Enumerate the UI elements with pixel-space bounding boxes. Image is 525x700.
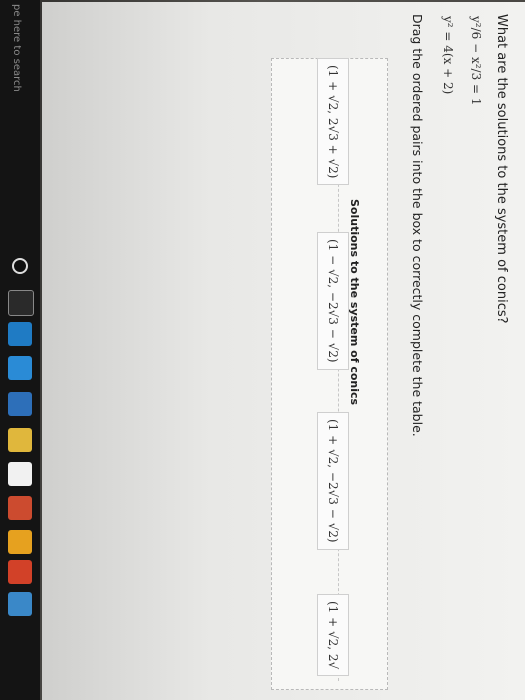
app-icon[interactable]	[8, 462, 32, 486]
file-explorer-icon[interactable]	[8, 428, 32, 452]
taskbar-search[interactable]: pe here to search	[11, 4, 22, 92]
equation-2: y² = 4(x + 2)	[441, 16, 455, 95]
table-header: Solutions to the system of conics	[348, 199, 361, 406]
windows-taskbar: pe here to search	[0, 0, 40, 700]
cortana-icon[interactable]	[12, 258, 28, 274]
edge-icon[interactable]	[8, 356, 32, 380]
instruction-text: Drag the ordered pairs into the box to c…	[410, 14, 425, 437]
equation-1: y²/6 − x²/3 = 1	[469, 16, 483, 106]
dropbox-icon[interactable]	[8, 496, 32, 520]
answer-choice-3[interactable]: (1 + √2, −2√3 − √2)	[317, 412, 349, 550]
mail-icon[interactable]	[8, 392, 32, 416]
answer-choice-1[interactable]: (1 + √2, 2√3 + √2)	[317, 58, 349, 186]
question-text: What are the solutions to the system of …	[494, 14, 509, 324]
store-icon[interactable]	[8, 322, 32, 346]
question-content: What are the solutions to the system of …	[42, 2, 525, 692]
answer-choice-2[interactable]: (1 − √2, −2√3 − √2)	[317, 232, 349, 370]
settings-icon[interactable]	[8, 530, 32, 554]
browser-page: What are the solutions to the system of …	[42, 2, 525, 700]
firefox-icon[interactable]	[8, 592, 32, 616]
task-view-icon[interactable]	[8, 290, 34, 316]
chrome-icon[interactable]	[8, 560, 32, 584]
answer-choice-4[interactable]: (1 + √2, 2√	[317, 594, 349, 677]
